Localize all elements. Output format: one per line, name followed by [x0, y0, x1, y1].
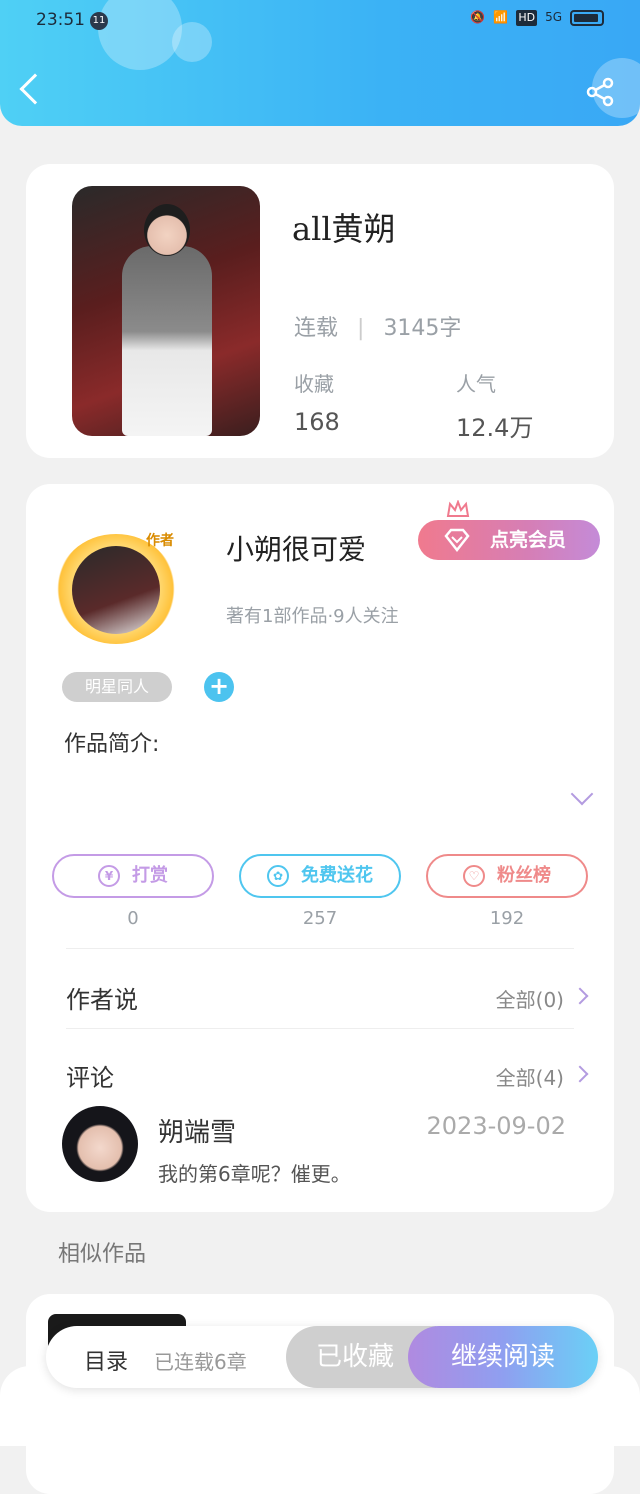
comment-text: 我的第6章呢？催更。 — [158, 1162, 351, 1186]
continue-read-button[interactable]: 继续阅读 — [408, 1326, 598, 1388]
status-icons: 🔕 📶 HD 5G — [470, 10, 604, 26]
expand-chevron-icon[interactable] — [570, 782, 594, 806]
comment-date: 2023-09-02 — [426, 1112, 566, 1140]
fans-icon: ♡ — [463, 865, 485, 887]
crown-icon — [446, 500, 470, 517]
tip-count: 0 — [127, 908, 139, 929]
book-info-card: all黄朔 连载 | 3145字 收藏 168 人气 12.4万 — [26, 164, 614, 458]
similar-works-label: 相似作品 — [58, 1242, 147, 1267]
serial-info: 连载 | 3145字 — [294, 310, 461, 342]
fans-rank-label: 粉丝榜 — [497, 865, 551, 886]
cover-figure-head — [144, 204, 190, 256]
notification-badge: 11 — [90, 12, 108, 30]
tip-button[interactable]: ¥ 打赏 — [52, 854, 214, 898]
send-flower-label: 免费送花 — [301, 865, 373, 886]
battery-icon — [570, 10, 604, 26]
diamond-icon — [444, 528, 470, 552]
add-tag-button[interactable]: + — [204, 672, 234, 702]
flower-count: 257 — [302, 908, 338, 929]
yen-icon: ¥ — [98, 865, 120, 887]
intro-label: 作品简介: — [64, 732, 160, 757]
word-count: 3145字 — [383, 316, 462, 341]
popularity-value: 12.4万 — [456, 414, 534, 442]
divider — [66, 1028, 574, 1029]
status-time: 23:51 — [36, 10, 85, 30]
share-icon[interactable] — [584, 76, 616, 108]
collect-label: 收藏 — [294, 372, 334, 396]
signal-label: 5G — [545, 10, 562, 24]
chevron-right-icon[interactable] — [571, 987, 589, 1005]
bottom-action-bar: 目录 已连载6章 已收藏 继续阅读 — [46, 1326, 598, 1388]
serialized-count: 已连载6章 — [154, 1350, 247, 1374]
serial-status: 连载 — [294, 316, 339, 341]
author-works: 著有1部作品·9人关注 — [226, 606, 399, 627]
author-card: 作者 小朔很可爱 点亮会员 著有1部作品·9人关注 明星同人 + 作品简介: ¥… — [26, 484, 614, 1212]
cover-figure — [122, 246, 212, 436]
top-header: 23:51 11 🔕 📶 HD 5G — [0, 0, 640, 126]
chevron-right-icon[interactable] — [571, 1065, 589, 1083]
book-cover — [72, 186, 260, 436]
wifi-icon: 📶 — [493, 10, 509, 24]
divider — [66, 948, 574, 949]
author-name[interactable]: 小朔很可爱 — [226, 528, 366, 568]
author-avatar[interactable]: 作者 — [56, 533, 176, 644]
fans-count: 192 — [489, 908, 525, 929]
fans-rank-button[interactable]: ♡ 粉丝榜 — [426, 854, 588, 898]
comments-label: 评论 — [66, 1064, 114, 1092]
genre-tag[interactable]: 明星同人 — [62, 672, 172, 702]
tip-label: 打赏 — [132, 865, 168, 886]
hd-label: HD — [516, 10, 538, 26]
serial-separator: | — [357, 316, 365, 341]
toc-button[interactable]: 目录 — [84, 1344, 128, 1376]
commenter-avatar[interactable] — [62, 1106, 138, 1182]
mute-bell-icon: 🔕 — [470, 10, 486, 24]
author-avatar-photo — [72, 546, 160, 634]
author-tag: 作者 — [146, 533, 174, 549]
status-bar: 23:51 11 🔕 📶 HD 5G — [36, 10, 604, 34]
flower-icon: ✿ — [267, 865, 289, 887]
popularity-label: 人气 — [456, 372, 496, 396]
author-says-label[interactable]: 作者说 — [66, 980, 138, 1015]
back-arrow-icon[interactable] — [19, 73, 51, 105]
book-title: all黄朔 — [292, 210, 396, 248]
author-says-all[interactable]: 全部(0) — [496, 984, 564, 1013]
collect-value: 168 — [294, 408, 340, 436]
commenter-name: 朔端雪 — [158, 1118, 237, 1148]
send-flower-button[interactable]: ✿ 免费送花 — [239, 854, 401, 898]
comments-all[interactable]: 全部(4) — [496, 1062, 564, 1091]
